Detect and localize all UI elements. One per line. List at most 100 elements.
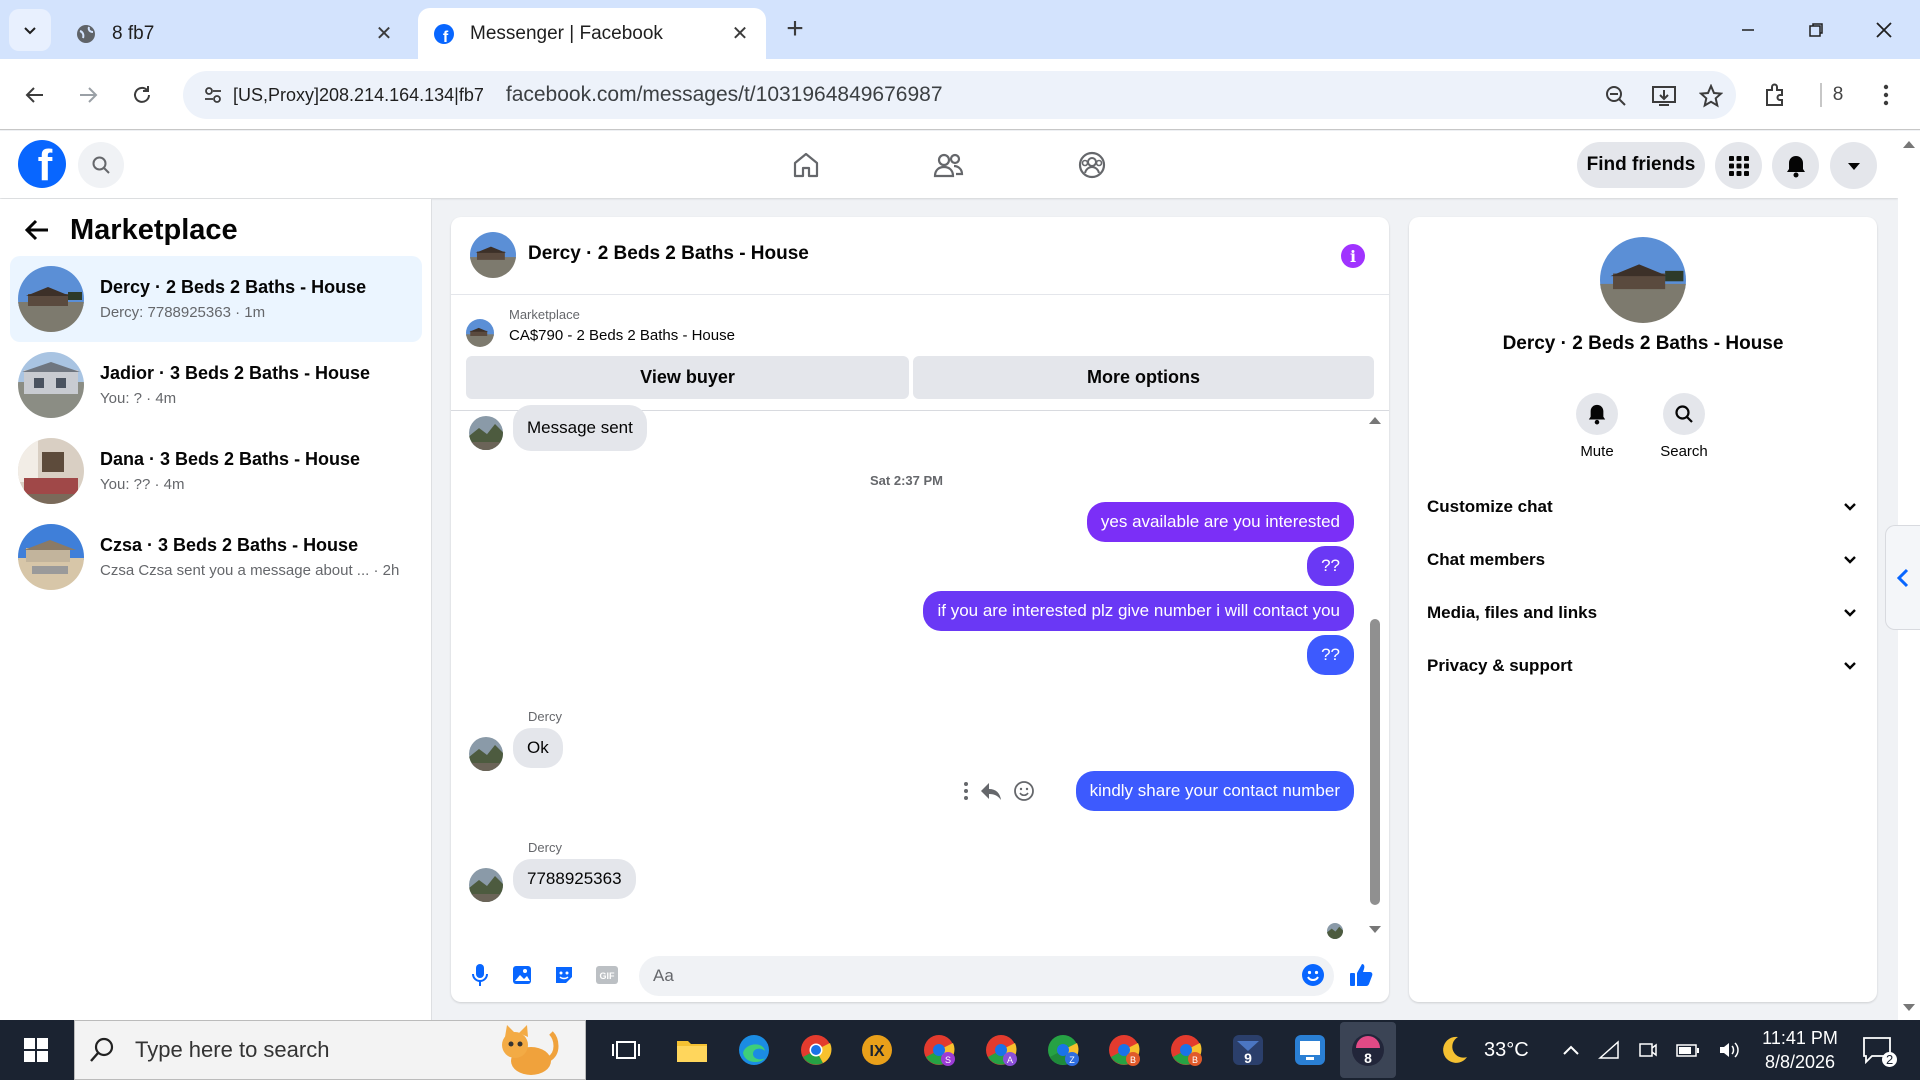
- edge-browser-icon[interactable]: [734, 1030, 774, 1070]
- groups-icon: [1078, 151, 1106, 179]
- find-friends-button[interactable]: Find friends: [1577, 142, 1705, 188]
- photo-icon[interactable]: [509, 962, 535, 988]
- close-icon[interactable]: ✕: [372, 22, 396, 46]
- new-tab-button[interactable]: +: [780, 12, 810, 45]
- chrome-profile-z-icon[interactable]: Z: [1043, 1030, 1083, 1070]
- reload-button[interactable]: [122, 75, 162, 115]
- scrollbar-thumb[interactable]: [1370, 619, 1380, 905]
- back-button[interactable]: [15, 75, 55, 115]
- close-window-button[interactable]: [1866, 12, 1902, 48]
- profile-badge[interactable]: 8: [1820, 77, 1856, 113]
- outgoing-message: yes available are you interested: [1086, 502, 1354, 542]
- listing-thumbnail[interactable]: [470, 232, 516, 278]
- weather-widget[interactable]: 33°C: [1436, 1020, 1529, 1080]
- arrow-right-icon: [80, 87, 98, 103]
- more-options-button[interactable]: More options: [913, 356, 1374, 399]
- svg-text:8: 8: [1364, 1050, 1372, 1066]
- sticker-icon[interactable]: [551, 962, 577, 988]
- emoji-icon[interactable]: [1300, 962, 1326, 988]
- caret-down-icon: [1847, 162, 1860, 170]
- task-view-icon[interactable]: [606, 1030, 646, 1070]
- conversation-name: Dana · 3 Beds 2 Baths - House: [100, 449, 361, 469]
- restore-button[interactable]: [1798, 12, 1834, 48]
- conversation-item-dercy[interactable]: Dercy · 2 Beds 2 Baths - House Dercy: 77…: [10, 256, 422, 342]
- chrome-profile-b2-icon[interactable]: B: [1166, 1030, 1206, 1070]
- conversation-item-czsa[interactable]: Czsa · 3 Beds 2 Baths - House Czsa Czsa …: [10, 514, 422, 600]
- marketplace-listing-row[interactable]: Marketplace CA$790 - 2 Beds 2 Baths - Ho…: [466, 307, 1366, 347]
- forward-button[interactable]: [68, 75, 108, 115]
- view-buyer-button[interactable]: View buyer: [466, 356, 909, 399]
- notifications-button[interactable]: [1772, 142, 1819, 189]
- scroll-up-icon[interactable]: [1902, 139, 1916, 149]
- chrome-profile-s-icon[interactable]: S: [919, 1030, 959, 1070]
- app-9-icon[interactable]: 9: [1228, 1030, 1268, 1070]
- scroll-down-icon[interactable]: [1902, 1003, 1916, 1013]
- url-text[interactable]: facebook.com/messages/t/1031964849676987: [506, 83, 943, 107]
- weather-temp: 33°C: [1484, 1038, 1529, 1061]
- gif-icon[interactable]: GIF: [594, 962, 620, 988]
- scroll-up-icon[interactable]: [1368, 415, 1382, 425]
- chrome-icon[interactable]: [796, 1030, 836, 1070]
- chrome-profile-a-icon[interactable]: A: [981, 1030, 1021, 1070]
- tab-messenger[interactable]: f Messenger | Facebook ✕: [418, 8, 766, 59]
- app-8-icon[interactable]: 8: [1340, 1022, 1396, 1078]
- zoom-icon[interactable]: [1603, 83, 1629, 109]
- extensions-icon[interactable]: [1758, 77, 1794, 113]
- file-explorer-icon[interactable]: [672, 1030, 712, 1070]
- remote-desktop-icon[interactable]: [1290, 1030, 1330, 1070]
- tab-search-button[interactable]: [9, 9, 51, 51]
- message-input[interactable]: Aa: [639, 956, 1334, 996]
- minimize-icon: [1742, 29, 1754, 31]
- more-actions-icon[interactable]: [963, 781, 969, 806]
- section-customize-chat[interactable]: Customize chat: [1427, 487, 1857, 527]
- tab-fb7[interactable]: 8 fb7 ✕: [60, 8, 410, 59]
- conversation-item-dana[interactable]: Dana · 3 Beds 2 Baths - House You: ?? · …: [10, 428, 422, 514]
- react-emoji-icon[interactable]: [1013, 780, 1035, 807]
- scroll-down-icon[interactable]: [1368, 925, 1382, 935]
- side-panel-toggle[interactable]: [1885, 525, 1920, 630]
- reply-icon[interactable]: [979, 781, 1003, 806]
- minimize-button[interactable]: [1730, 12, 1766, 48]
- microphone-icon[interactable]: [467, 962, 493, 988]
- start-button[interactable]: [0, 1020, 72, 1080]
- taskbar-search[interactable]: Type here to search: [74, 1020, 586, 1080]
- ixbrowser-icon[interactable]: IX: [857, 1030, 897, 1070]
- more-menu-icon[interactable]: [1868, 77, 1904, 113]
- notification-center[interactable]: 2: [1862, 1020, 1898, 1080]
- conversation-item-jadior[interactable]: Jadior · 3 Beds 2 Baths - House You: ? ·…: [10, 342, 422, 428]
- close-icon[interactable]: ✕: [728, 22, 752, 46]
- nav-home[interactable]: [786, 145, 826, 185]
- network-icon[interactable]: [1598, 1040, 1620, 1060]
- chrome-profile-b-icon[interactable]: B: [1104, 1030, 1144, 1070]
- menu-button[interactable]: [1715, 142, 1762, 189]
- chevron-up-icon[interactable]: [1562, 1044, 1580, 1056]
- search-icon: [1675, 405, 1693, 423]
- reload-icon: [134, 86, 150, 103]
- address-bar[interactable]: [US,Proxy]208.214.164.134|fb7 facebook.c…: [183, 71, 1736, 119]
- system-clock[interactable]: 11:41 PM 8/8/2026: [1740, 1026, 1860, 1074]
- section-chat-members[interactable]: Chat members: [1427, 540, 1857, 580]
- mute-button[interactable]: Mute: [1557, 393, 1637, 460]
- listing-price-title: CA$790 - 2 Beds 2 Baths - House: [509, 327, 735, 344]
- install-app-icon[interactable]: [1651, 83, 1677, 109]
- thumbs-up-icon[interactable]: [1348, 962, 1374, 988]
- seen-indicator: [1327, 923, 1343, 939]
- chat-header: Dercy · 2 Beds 2 Baths - House i: [451, 217, 1389, 295]
- section-privacy-support[interactable]: Privacy & support: [1427, 646, 1857, 686]
- meet-now-icon[interactable]: [1638, 1040, 1658, 1060]
- nav-groups[interactable]: [1072, 145, 1112, 185]
- search-in-conversation-button[interactable]: Search: [1644, 393, 1724, 460]
- close-icon: [1876, 22, 1892, 38]
- facebook-logo[interactable]: f: [18, 140, 66, 188]
- info-icon[interactable]: i: [1341, 244, 1365, 268]
- account-button[interactable]: [1830, 142, 1877, 189]
- facebook-search-button[interactable]: [78, 142, 124, 188]
- section-media-files-links[interactable]: Media, files and links: [1427, 593, 1857, 633]
- nav-friends[interactable]: [928, 145, 968, 185]
- chat-title[interactable]: Dercy · 2 Beds 2 Baths - House: [528, 243, 809, 265]
- back-arrow-icon[interactable]: [20, 213, 54, 247]
- battery-icon[interactable]: [1676, 1042, 1700, 1058]
- volume-icon[interactable]: [1718, 1040, 1740, 1060]
- site-settings-icon[interactable]: [193, 84, 233, 106]
- star-icon[interactable]: [1698, 83, 1724, 109]
